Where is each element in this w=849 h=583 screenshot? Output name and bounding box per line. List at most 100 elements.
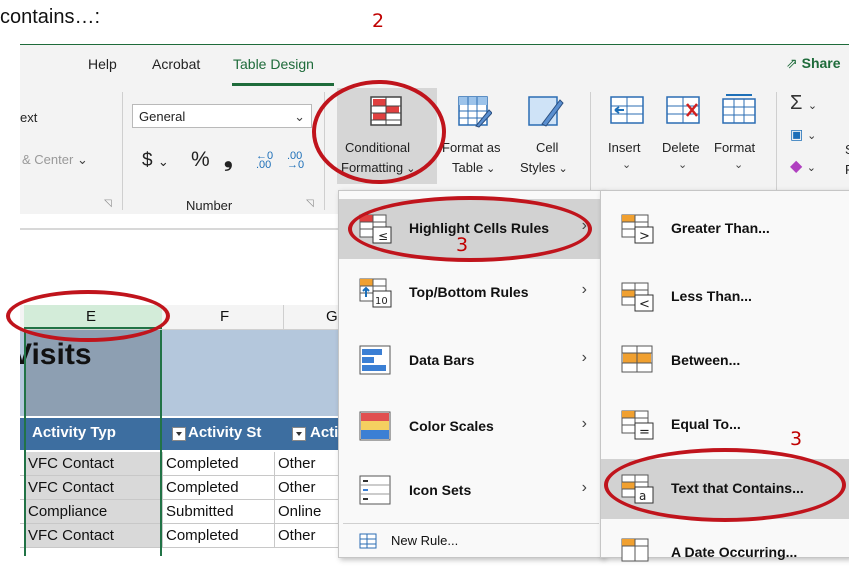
- tab-table-design[interactable]: Table Design: [233, 56, 314, 72]
- table-cell[interactable]: Other: [278, 455, 316, 472]
- column-e-selection: [24, 330, 162, 556]
- annotation-ellipse-text-contains: [604, 448, 846, 522]
- fat-label-line2: Table ⌄: [452, 160, 496, 175]
- menu-item-label: Less Than...: [671, 288, 752, 304]
- share-button[interactable]: ⇗ Share: [786, 55, 841, 72]
- table-cell[interactable]: Completed: [166, 455, 239, 472]
- menu-item-top-bottom-rules[interactable]: 10 Top/Bottom Rules ›: [339, 263, 603, 323]
- menu-item-a-date-occurring[interactable]: A Date Occurring...: [601, 523, 849, 583]
- annotation-3-highlight: 3: [456, 234, 469, 256]
- cell-divider: [162, 476, 163, 500]
- group-divider: [122, 92, 123, 210]
- merge-center-button[interactable]: & Center ⌄: [22, 152, 88, 168]
- table-cell[interactable]: Completed: [166, 527, 239, 544]
- chevron-right-icon: ›: [581, 349, 587, 366]
- menu-item-less-than[interactable]: < Less Than...: [601, 267, 849, 327]
- menu-item-data-bars[interactable]: Data Bars ›: [339, 331, 603, 391]
- annotation-2: 2: [372, 10, 385, 32]
- menu-item-label: Greater Than...: [671, 220, 770, 236]
- format-label: Format: [714, 140, 756, 155]
- column-divider: [283, 305, 284, 329]
- chevron-down-icon: ⌄: [76, 152, 88, 167]
- format-as-table-icon: [458, 96, 492, 128]
- chevron-down-icon: ⌄: [294, 109, 305, 124]
- editing-fragment-f: F: [845, 162, 849, 177]
- clear-button[interactable]: ◆ ⌄: [790, 156, 816, 176]
- number-format-select[interactable]: General ⌄: [132, 104, 312, 128]
- new-rule-icon: [359, 533, 377, 549]
- decrease-decimal-icon[interactable]: .00 →0: [287, 151, 304, 171]
- svg-text:10: 10: [375, 296, 388, 307]
- menu-item-between[interactable]: Between...: [601, 331, 849, 391]
- format-cells-icon: [722, 94, 756, 124]
- equal-to-icon: =: [621, 410, 654, 440]
- group-divider: [776, 92, 777, 192]
- menu-item-label: Between...: [671, 352, 741, 368]
- menu-item-label: A Date Occurring...: [671, 544, 798, 560]
- chevron-down-icon: ⌄: [734, 159, 744, 171]
- formula-bar-divider: [20, 228, 340, 230]
- menu-item-label: Icon Sets: [409, 482, 472, 498]
- insert-button[interactable]: Insert ⌄: [600, 88, 656, 184]
- header-activity: Activi: [310, 424, 340, 441]
- menu-item-equal-to[interactable]: = Equal To...: [601, 395, 849, 455]
- fat-label-line1: Format as: [442, 140, 501, 155]
- editing-fragment-s: S: [845, 142, 849, 157]
- tab-acrobat[interactable]: Acrobat: [152, 56, 200, 72]
- between-icon: [621, 345, 653, 373]
- filter-dropdown-icon[interactable]: [292, 427, 306, 441]
- delete-label: Delete: [662, 140, 700, 155]
- cell-divider: [274, 524, 275, 548]
- greater-than-icon: >: [621, 214, 654, 244]
- new-rule-label: New Rule...: [391, 533, 459, 548]
- menu-item-greater-than[interactable]: > Greater Than...: [601, 199, 849, 259]
- percent-button[interactable]: %: [191, 148, 210, 172]
- chevron-right-icon: ›: [581, 415, 587, 432]
- currency-button[interactable]: $ ⌄: [142, 150, 169, 172]
- column-header-g[interactable]: G: [326, 308, 338, 325]
- merge-center-label: & Center: [22, 152, 74, 167]
- number-launcher-icon[interactable]: ◹: [306, 198, 314, 209]
- icon-sets-icon: [359, 475, 391, 505]
- svg-text:<: <: [639, 297, 650, 312]
- chevron-down-icon: ⌄: [555, 163, 568, 175]
- table-cell[interactable]: Other: [278, 479, 316, 496]
- alignment-launcher-icon[interactable]: ◹: [104, 198, 112, 209]
- currency-symbol: $: [142, 150, 153, 171]
- tab-help[interactable]: Help: [88, 56, 117, 72]
- increase-decimal-icon[interactable]: ←0.00: [256, 151, 273, 171]
- table-cell[interactable]: Submitted: [166, 503, 234, 520]
- cell-divider: [274, 452, 275, 476]
- table-cell[interactable]: Online: [278, 503, 321, 520]
- delete-cells-icon: [666, 96, 700, 124]
- chevron-down-icon: ⌄: [483, 163, 496, 175]
- menu-item-icon-sets[interactable]: Icon Sets ›: [339, 461, 603, 521]
- cell-divider: [274, 476, 275, 500]
- delete-button[interactable]: Delete ⌄: [656, 88, 712, 184]
- cell-divider: [274, 500, 275, 524]
- number-group-label: Number: [186, 198, 233, 213]
- cs-label-line2: Styles ⌄: [520, 160, 568, 175]
- format-as-table-button[interactable]: Format as Table ⌄: [440, 88, 520, 184]
- cell-divider: [162, 452, 163, 476]
- format-button[interactable]: Format ⌄: [712, 88, 768, 184]
- fill-button[interactable]: ▣ ⌄: [790, 126, 816, 143]
- annotation-ellipse-column-e: [6, 290, 170, 342]
- cell-styles-button[interactable]: Cell Styles ⌄: [512, 88, 580, 184]
- menu-item-color-scales[interactable]: Color Scales ›: [339, 397, 603, 457]
- share-label: Share: [801, 55, 841, 71]
- table-cell[interactable]: Completed: [166, 479, 239, 496]
- chevron-down-icon: ⌄: [157, 154, 169, 169]
- comma-style-button[interactable]: ❟: [224, 146, 233, 172]
- column-header-f[interactable]: F: [220, 308, 229, 325]
- table-cell[interactable]: Other: [278, 527, 316, 544]
- wrap-text-fragment[interactable]: ext: [20, 110, 37, 125]
- annotation-3-text-contains: 3: [790, 428, 803, 450]
- cs-label-line1: Cell: [536, 140, 559, 155]
- menu-item-new-rule[interactable]: New Rule...: [339, 529, 603, 555]
- annotation-ellipse-highlight: [348, 196, 592, 262]
- number-format-value: General: [139, 109, 186, 124]
- top-bottom-rules-icon: 10: [359, 278, 392, 308]
- annotation-ellipse-cf: [312, 80, 446, 184]
- autosum-button[interactable]: Σ ⌄: [790, 92, 817, 115]
